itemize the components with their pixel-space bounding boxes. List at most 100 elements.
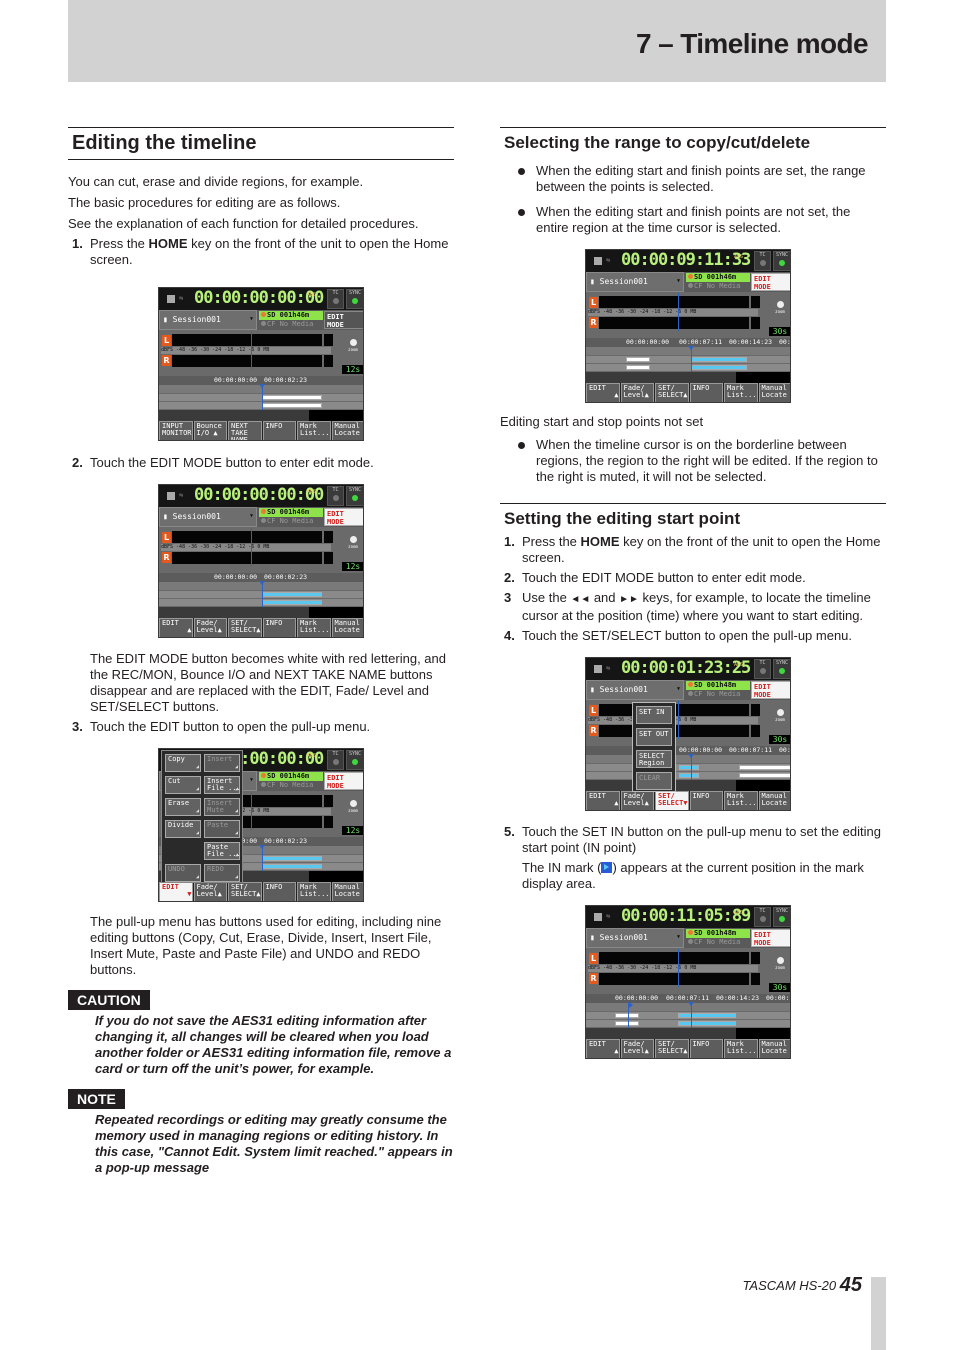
track-1: [586, 356, 790, 363]
function-button[interactable]: Mark List...: [724, 383, 758, 402]
function-button[interactable]: Mark List...: [724, 1039, 758, 1058]
edit-menu-button[interactable]: Paste File ...: [204, 842, 241, 860]
function-button[interactable]: INFO: [262, 618, 296, 637]
function-button[interactable]: Fade/ Level▲: [620, 383, 654, 402]
sd-status: SD 001h46m: [259, 508, 323, 517]
set-menu-button[interactable]: SET IN: [636, 706, 672, 724]
set-menu-button[interactable]: SELECT Region: [636, 750, 672, 768]
sd-status: SD 001h48m: [686, 929, 750, 938]
function-button[interactable]: Manual Locate: [331, 421, 363, 440]
edit-menu-button[interactable]: Insert File ...: [204, 776, 241, 794]
step-5-note: The IN mark () appears at the current po…: [522, 860, 864, 891]
region[interactable]: [626, 365, 650, 370]
timeline-area[interactable]: 00:00:00:00 00:00:02:23: [159, 572, 363, 618]
edit-mode-button[interactable]: EDIT MODE: [324, 772, 363, 790]
edit-mode-button[interactable]: EDIT MODE: [324, 508, 363, 526]
transport-bar: ⇆ 00:00:11:05:89 ABS TC SYNC: [586, 906, 790, 928]
region[interactable]: [626, 357, 650, 362]
region[interactable]: [691, 357, 747, 362]
region[interactable]: [739, 773, 790, 778]
screen-caption: Editing start and stop points not set: [500, 414, 704, 429]
region[interactable]: [262, 592, 322, 597]
session-name-button[interactable]: ▮ Session001▼: [159, 310, 257, 330]
function-button[interactable]: SET/ SELECT▲: [228, 618, 262, 637]
function-button[interactable]: Fade/ Level▲: [193, 882, 227, 901]
zoom-value: 30s: [769, 735, 790, 744]
region[interactable]: [262, 856, 322, 861]
function-button[interactable]: EDIT ▲: [586, 791, 620, 810]
function-button[interactable]: EDIT ▲: [586, 1039, 620, 1058]
function-button[interactable]: Fade/ Level▲: [620, 1039, 654, 1058]
edit-menu-button[interactable]: Divide: [165, 820, 201, 838]
function-button[interactable]: SET/ SELECT▲: [228, 882, 262, 901]
edit-mode-button[interactable]: EDIT MODE: [751, 273, 790, 291]
sd-status: SD 001h46m: [259, 311, 323, 320]
dropdown-arrow-icon: ▼: [249, 513, 253, 519]
device-screen-edit-menu: ⇆00:00:00:00:00ABSTCSYNC▮ Session001▼SD …: [158, 748, 364, 902]
tc-led-icon: [332, 495, 339, 501]
function-button[interactable]: Fade/ Level▲: [620, 791, 654, 810]
timeline-area[interactable]: 00:00:00:00 00:00:07:11 00:00:14:23 00:00:: [586, 993, 790, 1039]
function-button[interactable]: EDIT ▲: [159, 618, 193, 637]
region[interactable]: [615, 1021, 639, 1026]
edit-mode-button[interactable]: EDIT MODE: [751, 681, 790, 699]
function-button[interactable]: INPUT MONITOR ▲: [159, 421, 193, 440]
session-name-button[interactable]: ▮ Session001▼: [586, 928, 684, 948]
function-button[interactable]: INFO: [689, 791, 723, 810]
function-button[interactable]: Fade/ Level▲: [193, 618, 227, 637]
session-name-button[interactable]: ▮ Session001▼: [586, 272, 684, 292]
cf-icon: [261, 518, 266, 523]
edit-menu-button[interactable]: Erase: [165, 798, 201, 816]
region[interactable]: [679, 765, 699, 770]
function-button[interactable]: INFO: [689, 383, 723, 402]
level-meter: LRdBFS -48 -36 -30 -24 -18 -12 -6 0 MBzo…: [586, 949, 790, 993]
dropdown-arrow-icon: ▼: [676, 278, 680, 284]
function-button[interactable]: EDIT ▲: [586, 383, 620, 402]
function-button[interactable]: Mark List...: [297, 421, 331, 440]
function-button[interactable]: INFO: [262, 421, 296, 440]
timeline-cursor-icon: [259, 845, 265, 871]
session-name-button[interactable]: ▮ Session001▼: [586, 680, 684, 700]
function-button[interactable]: SET/ SELECT▲: [655, 1039, 689, 1058]
region[interactable]: [615, 1013, 639, 1018]
region[interactable]: [262, 403, 322, 408]
ruler-tick-label: 00:: [779, 338, 791, 346]
sync-indicator: SYNC: [346, 486, 363, 506]
function-button[interactable]: SET/ SELECT▲: [655, 383, 689, 402]
device-screen-edit-mode: ⇆ 00:00:00:00:00 ABS TC SYNC ▮ Session001 ▼ SD …: [158, 484, 364, 638]
edit-mode-button[interactable]: EDIT MODE: [324, 311, 363, 329]
function-button[interactable]: EDIT ▼: [159, 882, 193, 901]
function-button[interactable]: Mark List...: [724, 791, 758, 810]
sd-icon: [261, 312, 266, 317]
function-button[interactable]: Mark List...: [297, 882, 331, 901]
region[interactable]: [679, 773, 699, 778]
region[interactable]: [678, 1021, 736, 1026]
session-name-button[interactable]: ▮ Session001▼: [159, 507, 257, 527]
function-button[interactable]: Mark List...: [297, 618, 331, 637]
region[interactable]: [691, 365, 747, 370]
intro-line: You can cut, erase and divide regions, f…: [68, 174, 364, 189]
function-button[interactable]: SET/ SELECT▼: [655, 791, 689, 810]
region[interactable]: [739, 765, 790, 770]
function-button[interactable]: Bounce I/O ▲: [193, 421, 227, 440]
edit-menu-button[interactable]: Copy: [165, 754, 201, 772]
function-button[interactable]: Manual Locate: [758, 791, 790, 810]
timeline-area[interactable]: 00:00:00:00 00:00:07:11 00:: [586, 745, 790, 791]
function-button[interactable]: Manual Locate: [758, 383, 790, 402]
edit-menu-button[interactable]: Cut: [165, 776, 201, 794]
region[interactable]: [262, 600, 322, 605]
function-button[interactable]: INFO: [689, 1039, 723, 1058]
region[interactable]: [262, 395, 322, 400]
function-button[interactable]: Manual Locate: [331, 618, 363, 637]
region[interactable]: [262, 864, 322, 869]
function-button[interactable]: INFO: [262, 882, 296, 901]
edit-mode-button[interactable]: EDIT MODE: [751, 929, 790, 947]
timeline-area[interactable]: 00:00:00:00 00:00:02:23: [159, 375, 363, 421]
timeline-area[interactable]: 00:00:00:00 00:00:07:11 00:00:14:23 00:: [586, 337, 791, 383]
cf-status: CF No Media: [259, 320, 323, 329]
region[interactable]: [678, 1013, 736, 1018]
function-button[interactable]: Manual Locate: [758, 1039, 790, 1058]
set-menu-button[interactable]: SET OUT: [636, 728, 672, 746]
function-button[interactable]: Manual Locate: [331, 882, 363, 901]
function-button[interactable]: NEXT TAKE NAME: [228, 421, 262, 440]
